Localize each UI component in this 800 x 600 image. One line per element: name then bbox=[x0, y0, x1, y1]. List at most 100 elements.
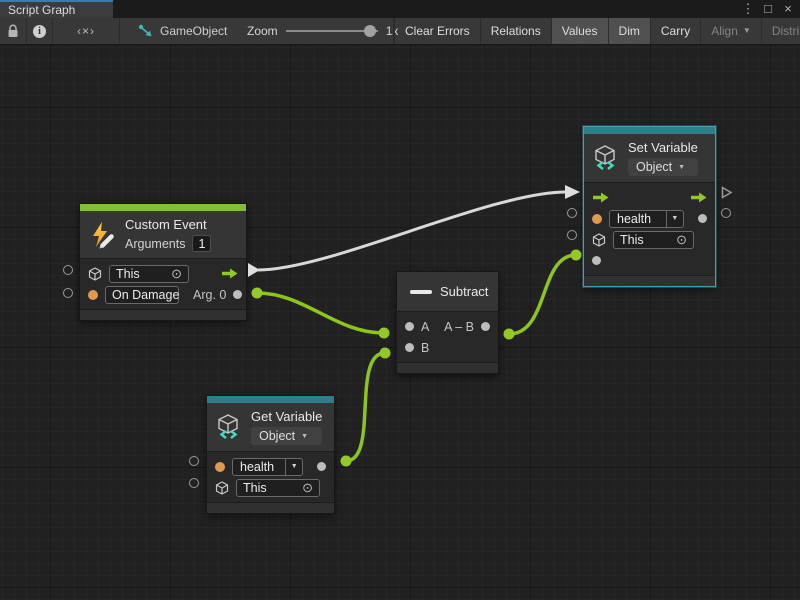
output-port-icon[interactable] bbox=[481, 322, 490, 331]
chevron-down-icon: ▼ bbox=[285, 459, 302, 475]
input-a-port-icon[interactable] bbox=[405, 322, 414, 331]
target-value: This bbox=[116, 267, 140, 281]
node-set-variable[interactable]: Set Variable Object ▼ bbox=[583, 126, 716, 287]
variable-name-dropdown[interactable]: health ▼ bbox=[232, 458, 303, 476]
values-button[interactable]: Values bbox=[551, 18, 608, 44]
node-subtract[interactable]: Subtract A A – B B bbox=[396, 271, 499, 374]
flow-out-arrow-icon[interactable] bbox=[221, 268, 238, 279]
scope-value: Object bbox=[636, 160, 672, 174]
scope-value: Object bbox=[259, 429, 295, 443]
info-icon: i bbox=[33, 25, 46, 38]
graph-breadcrumb[interactable]: GameObject bbox=[138, 18, 227, 44]
unconnected-port[interactable] bbox=[567, 230, 577, 240]
node-title: Get Variable bbox=[251, 409, 322, 424]
node-color-strip bbox=[80, 204, 246, 211]
object-picker-icon[interactable]: ⊙ bbox=[302, 481, 313, 494]
arg0-port-icon[interactable] bbox=[233, 290, 242, 299]
node-title: Subtract bbox=[440, 284, 488, 299]
node-custom-event[interactable]: Custom Event Arguments 1 This ⊙ bbox=[79, 203, 247, 321]
node-footer bbox=[397, 362, 498, 373]
node-footer bbox=[207, 502, 334, 513]
output-port-icon[interactable] bbox=[698, 214, 707, 223]
lock-icon bbox=[7, 24, 19, 38]
zoom-slider-handle[interactable] bbox=[364, 25, 376, 37]
relations-button[interactable]: Relations bbox=[480, 18, 551, 44]
unconnected-port[interactable] bbox=[189, 478, 199, 488]
value-port-icon[interactable] bbox=[88, 290, 98, 300]
unconnected-port[interactable] bbox=[189, 456, 199, 466]
port-row-event: On Damage Arg. 0 bbox=[88, 284, 238, 305]
object-picker-icon[interactable]: ⊙ bbox=[676, 233, 687, 246]
edit-graph-icon: ‹×› bbox=[77, 24, 95, 38]
window-controls: ⋮ □ × bbox=[740, 0, 796, 18]
port-row-a: A A – B bbox=[405, 316, 490, 337]
chevron-down-icon: ▼ bbox=[666, 211, 683, 227]
unconnected-port[interactable] bbox=[721, 208, 731, 218]
variable-icon bbox=[216, 414, 243, 440]
event-name-field[interactable]: On Damage bbox=[105, 286, 179, 304]
zoom-control: Zoom 1x bbox=[247, 18, 398, 44]
variable-name-value: health bbox=[610, 211, 666, 227]
event-name-value: On Damage bbox=[112, 288, 179, 302]
graph-canvas[interactable]: Custom Event Arguments 1 This ⊙ bbox=[0, 45, 800, 600]
tab-script-graph[interactable]: Script Graph bbox=[0, 0, 113, 18]
target-value: This bbox=[620, 233, 644, 247]
target-field[interactable]: This ⊙ bbox=[613, 231, 694, 249]
node-title: Set Variable bbox=[628, 140, 698, 155]
value-port-icon[interactable] bbox=[592, 214, 602, 224]
chevron-down-icon: ▼ bbox=[743, 18, 751, 44]
node-get-variable[interactable]: Get Variable Object ▼ health ▼ bbox=[206, 395, 335, 514]
node-footer bbox=[80, 309, 246, 320]
output-port-icon[interactable] bbox=[317, 462, 326, 471]
node-title: Custom Event bbox=[125, 217, 211, 232]
clear-errors-button[interactable]: Clear Errors bbox=[394, 18, 480, 44]
maximize-icon[interactable]: □ bbox=[760, 1, 776, 17]
titlebar: Script Graph ⋮ □ × bbox=[0, 0, 800, 18]
flow-in-arrow-icon[interactable] bbox=[592, 192, 609, 203]
variable-scope-dropdown[interactable]: Object ▼ bbox=[251, 427, 322, 445]
port-row-target: This ⊙ bbox=[592, 229, 707, 250]
zoom-slider[interactable] bbox=[286, 30, 378, 32]
unconnected-port[interactable] bbox=[63, 265, 73, 275]
flow-out-arrow-icon[interactable] bbox=[690, 192, 707, 203]
cube-icon bbox=[215, 481, 229, 495]
port-row-input-value bbox=[592, 250, 707, 271]
variable-icon bbox=[593, 145, 620, 171]
unconnected-port[interactable] bbox=[567, 208, 577, 218]
variable-scope-dropdown[interactable]: Object ▼ bbox=[628, 158, 698, 176]
cube-icon bbox=[592, 233, 606, 247]
arguments-label: Arguments bbox=[125, 237, 185, 251]
close-icon[interactable]: × bbox=[780, 1, 796, 17]
distribute-button[interactable]: Distribute ▼ bbox=[761, 18, 800, 44]
window-menu-icon[interactable]: ⋮ bbox=[740, 1, 756, 17]
graph-icon bbox=[138, 24, 153, 38]
input-port-icon[interactable] bbox=[592, 256, 601, 265]
align-button[interactable]: Align ▼ bbox=[700, 18, 761, 44]
dim-button[interactable]: Dim bbox=[608, 18, 650, 44]
input-a-label: A bbox=[421, 320, 429, 334]
input-b-port-icon[interactable] bbox=[405, 343, 414, 352]
port-row-flow bbox=[592, 187, 707, 208]
info-button[interactable]: i bbox=[27, 18, 52, 44]
cube-icon bbox=[88, 267, 102, 281]
target-field[interactable]: This ⊙ bbox=[236, 479, 320, 497]
arguments-count-input[interactable]: 1 bbox=[192, 235, 211, 252]
distribute-label: Distribute bbox=[772, 18, 800, 44]
variable-name-dropdown[interactable]: health ▼ bbox=[609, 210, 684, 228]
object-picker-icon[interactable]: ⊙ bbox=[171, 267, 182, 280]
target-field[interactable]: This ⊙ bbox=[109, 265, 189, 283]
lock-button[interactable] bbox=[0, 18, 26, 44]
node-footer bbox=[584, 275, 715, 286]
subtract-icon bbox=[410, 290, 432, 294]
gameobject-label: GameObject bbox=[160, 24, 227, 38]
edit-graph-button[interactable]: ‹×› bbox=[53, 18, 119, 44]
port-row-variable: health ▼ bbox=[592, 208, 707, 229]
chevron-down-icon: ▼ bbox=[301, 433, 308, 440]
unconnected-port[interactable] bbox=[63, 288, 73, 298]
carry-button[interactable]: Carry bbox=[650, 18, 700, 44]
input-b-label: B bbox=[421, 341, 429, 355]
port-row-target: This ⊙ bbox=[215, 477, 326, 498]
align-label: Align bbox=[711, 18, 738, 44]
port-row-variable: health ▼ bbox=[215, 456, 326, 477]
value-port-icon[interactable] bbox=[215, 462, 225, 472]
